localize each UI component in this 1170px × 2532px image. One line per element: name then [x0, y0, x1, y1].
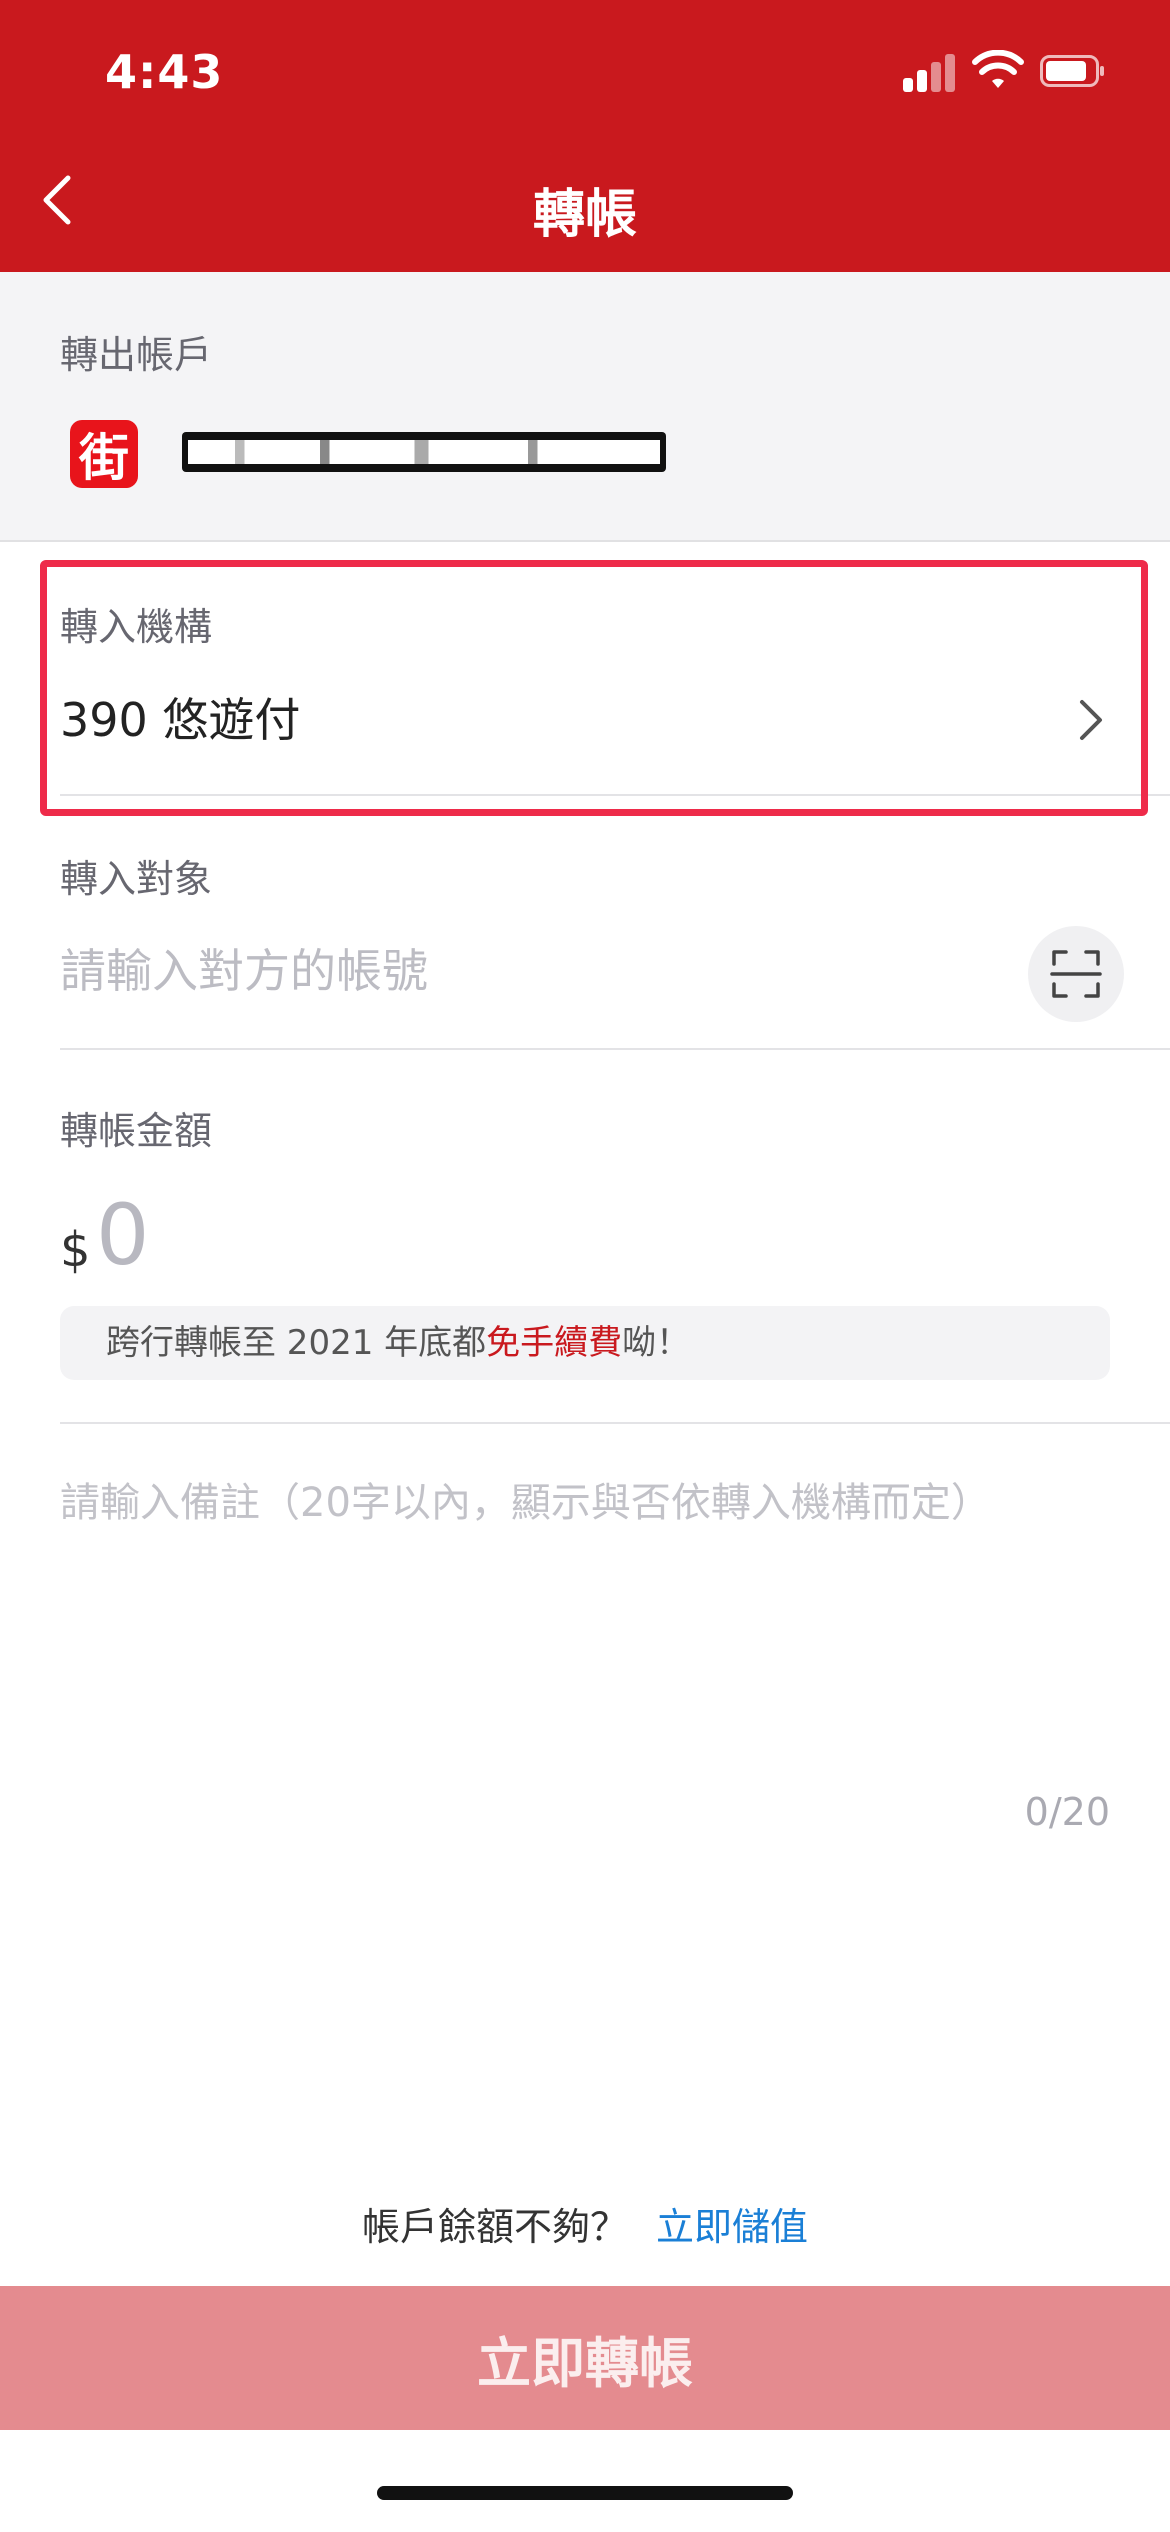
promo-text-end: 呦！: [622, 1323, 691, 1363]
scan-button[interactable]: [1028, 926, 1124, 1022]
divider: [60, 1422, 1170, 1424]
submit-transfer-button[interactable]: 立即轉帳: [0, 2286, 1170, 2430]
bank-logo: 街: [70, 420, 138, 488]
promo-banner: 跨行轉帳至 2021 年底都免手續費呦！: [60, 1306, 1110, 1380]
balance-insufficient-text: 帳戶餘額不夠？: [361, 2205, 628, 2249]
chevron-right-icon: [1080, 700, 1102, 740]
memo-char-counter: 0/20: [1024, 1790, 1110, 1834]
battery-icon: [1040, 55, 1104, 87]
masked-account-number: [182, 432, 666, 472]
balance-row: 帳戶餘額不夠？ 立即儲值: [0, 2196, 1170, 2251]
app-header: 4:43 轉帳: [0, 0, 1170, 272]
divider: [60, 1048, 1170, 1050]
wifi-icon: [972, 50, 1024, 88]
scan-icon: [1050, 950, 1102, 998]
amount-input[interactable]: 0: [96, 1186, 149, 1284]
institution-selector[interactable]: 轉入機構 390 悠遊付: [60, 596, 1170, 796]
promo-text: 跨行轉帳至 2021 年底都: [106, 1323, 487, 1363]
institution-label: 轉入機構: [60, 605, 213, 649]
memo-input[interactable]: [60, 1470, 1120, 1770]
recipient-account-input[interactable]: [60, 936, 960, 1006]
transfer-screen: 4:43 轉帳 轉出帳戶 街 轉入機構 390 悠遊付 轉入對象 請輸入對方的帳…: [0, 0, 1170, 2532]
source-account-section: 轉出帳戶 街: [0, 272, 1170, 542]
promo-highlight: 免手續費: [486, 1323, 623, 1363]
source-account-label: 轉出帳戶: [60, 333, 213, 377]
currency-symbol: $: [60, 1222, 91, 1278]
recipient-label: 轉入對象: [60, 857, 213, 901]
home-indicator: [377, 2486, 793, 2500]
topup-link[interactable]: 立即儲值: [656, 2205, 808, 2249]
page-title: 轉帳: [532, 185, 637, 245]
divider: [60, 794, 1170, 796]
amount-label: 轉帳金額: [60, 1109, 213, 1153]
institution-value: 390 悠遊付: [60, 693, 301, 747]
status-time: 4:43: [105, 45, 224, 99]
signal-icon: [903, 52, 957, 92]
